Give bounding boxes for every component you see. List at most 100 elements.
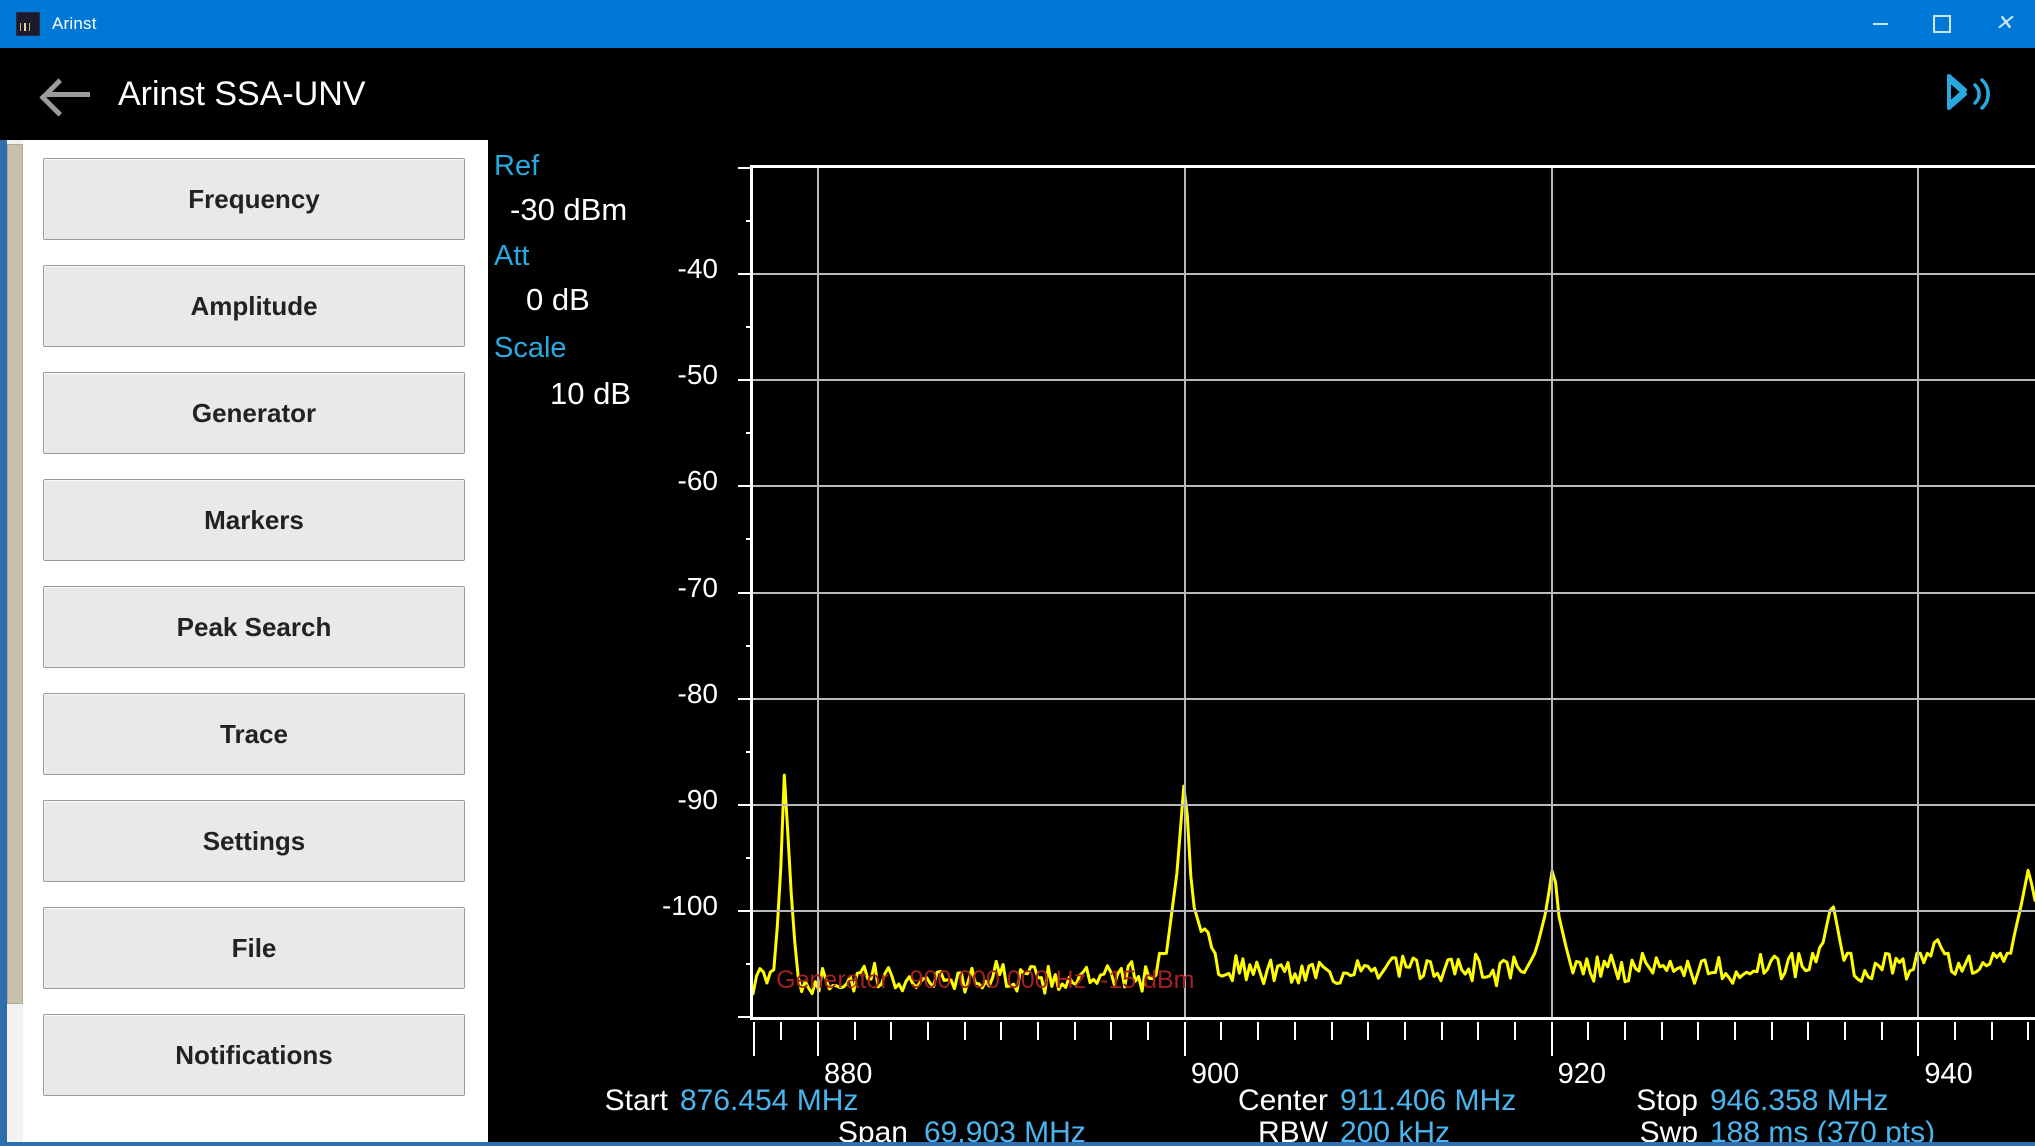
x-axis-tick [1770,1022,1773,1040]
minimize-button[interactable] [1849,0,1911,48]
x-axis-tick [1183,1022,1186,1056]
x-axis-tick [1954,1022,1957,1040]
window-controls: ✕ [1849,0,2035,48]
grid-line-horizontal [753,697,2035,700]
y-axis-tick-label: -80 [677,677,718,709]
y-axis-tick-label: -100 [661,889,718,921]
grid-line-vertical [1917,168,1920,1017]
grid-line-horizontal [753,803,2035,806]
sidebar-button-label: Markers [204,504,304,535]
sidebar-button-frequency[interactable]: Frequency [43,158,465,240]
grid-line-horizontal [753,273,2035,276]
x-axis-tick [1660,1022,1663,1040]
minimize-icon [1872,23,1888,25]
y-axis-tick-label: -40 [677,253,718,285]
sidebar-button-trace[interactable]: Trace [43,693,465,775]
spectrum-display: Ref -30 dBm Att 0 dB Scale 10 dB -40 -50-… [488,140,2035,1146]
y-axis-tick-label: -50 [677,359,718,391]
x-axis-tick [1917,1022,1920,1056]
sidebar-button-label: Generator [191,397,317,428]
center-label: Center [1237,1084,1328,1117]
x-axis-tick [1037,1022,1040,1040]
maximize-icon [1933,15,1951,33]
grid-line-vertical [1550,168,1553,1017]
x-axis-tick [1440,1022,1443,1040]
close-icon: ✕ [1994,9,2014,35]
x-axis-tick [1330,1022,1333,1040]
sidebar-button-peak-search[interactable]: Peak Search [43,586,465,668]
window-title: Arinst [52,14,97,33]
x-axis-tick [1403,1022,1406,1040]
ref-value[interactable]: -30 dBm [510,192,627,228]
x-axis-tick [817,1022,820,1056]
y-axis-tick-label: -90 [677,783,718,815]
x-axis-tick [1880,1022,1883,1040]
y-axis-tick-label: -60 [677,465,718,497]
x-axis-ruler: 880 900 920 940 [753,1022,2035,1090]
app-header: Arinst SSA-UNV [0,48,2035,140]
x-axis-tick [1513,1022,1516,1040]
x-axis-tick [963,1022,966,1040]
grid-line-vertical [817,168,820,1017]
sidebar-button-label: Trace [220,718,288,749]
app-icon [16,12,40,36]
x-axis-tick [1550,1022,1553,1056]
sidebar: Frequency Amplitude Generator Markers Peak S… [23,140,488,1146]
window-left-border [0,140,7,1146]
plot-area[interactable]: Generator 900 000 000 Hz -15 dBm [753,168,2035,1017]
x-axis-tick [1844,1022,1847,1040]
x-axis-tick [780,1022,783,1040]
page-title: Arinst SSA-UNV [118,74,366,113]
sidebar-button-label: File [231,932,277,963]
x-axis-tick [1147,1022,1150,1040]
sidebar-button-notifications[interactable]: Notifications [43,1014,465,1096]
status-bar: Start 876.454 MHz Span 69.903 MHz Center… [488,1084,2035,1146]
stop-label: Stop [1636,1084,1698,1117]
sidebar-button-label: Peak Search [176,611,332,642]
x-axis-tick [2027,1022,2030,1040]
sidebar-button-label: Frequency [188,183,320,214]
x-axis-tick [1587,1022,1590,1040]
app-window: Arinst ✕ Arinst SSA-UNV Frequency Amplitu… [0,0,2035,1146]
x-axis-tick [753,1022,755,1056]
sidebar-button-settings[interactable]: Settings [43,800,465,882]
bluetooth-connected-icon[interactable] [1935,71,1993,117]
stop-value[interactable]: 946.358 MHz [1710,1084,1888,1118]
maximize-button[interactable] [1911,0,1973,48]
att-label: Att [494,240,530,272]
generator-annotation: Generator 900 000 000 Hz -15 dBm [776,965,1195,994]
ref-label: Ref [494,150,540,182]
sidebar-button-amplitude[interactable]: Amplitude [43,265,465,347]
x-axis-tick [890,1022,893,1040]
sidebar-button-label: Notifications [175,1039,333,1070]
x-axis-tick [1257,1022,1260,1040]
att-value[interactable]: 0 dB [526,282,590,318]
grid-line-horizontal [753,485,2035,488]
window-title-bar: Arinst ✕ [0,0,2035,48]
y-axis-tick-label: -70 [677,571,718,603]
close-button[interactable]: ✕ [1973,0,2035,48]
sidebar-button-label: Amplitude [190,290,318,321]
sidebar-button-generator[interactable]: Generator [43,372,465,454]
x-axis-tick [1623,1022,1626,1040]
x-axis-tick [1734,1022,1736,1040]
x-axis-tick [1477,1022,1480,1040]
x-axis-tick [1220,1022,1223,1040]
x-axis-tick [1990,1022,1993,1040]
sidebar-button-markers[interactable]: Markers [43,479,465,561]
x-axis-tick [927,1022,930,1040]
x-axis-tick [1293,1022,1296,1040]
grid-line-vertical [1183,168,1186,1017]
scale-label: Scale [494,332,567,364]
sidebar-button-file[interactable]: File [43,907,465,989]
grid-line-horizontal [753,379,2035,382]
back-arrow-icon[interactable] [40,77,94,111]
sidebar-scrollbar-thumb[interactable] [7,144,23,1004]
grid-line-horizontal [753,909,2035,912]
grid-line-horizontal [753,591,2035,594]
x-axis-tick [1807,1022,1810,1040]
x-axis-tick [1110,1022,1113,1040]
window-bottom-border [0,1142,2035,1146]
x-axis-tick [1000,1022,1003,1040]
x-axis-tick [853,1022,856,1040]
